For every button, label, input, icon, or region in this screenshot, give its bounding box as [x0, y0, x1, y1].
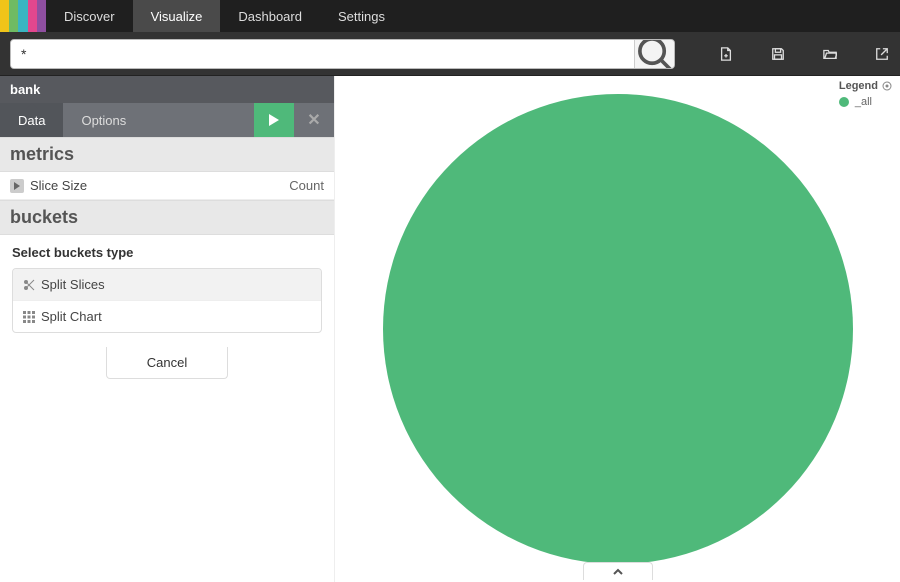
- nav-settings[interactable]: Settings: [320, 0, 403, 32]
- search-wrap: [10, 39, 675, 69]
- bucket-option-split-slices[interactable]: Split Slices: [13, 269, 321, 300]
- settings-icon[interactable]: [882, 81, 892, 91]
- top-actions: [711, 39, 900, 69]
- file-plus-icon: [719, 47, 733, 61]
- pie-slice-all[interactable]: [383, 94, 853, 564]
- buckets-section-label: buckets: [0, 200, 334, 235]
- index-title: bank: [0, 76, 334, 103]
- run-button[interactable]: [254, 103, 294, 137]
- main-area: bank Data Options ✕ metrics Slice Size C…: [0, 76, 900, 582]
- top-nav: Discover Visualize Dashboard Settings: [0, 0, 900, 32]
- open-button[interactable]: [815, 39, 845, 69]
- bucket-option-label: Split Chart: [41, 309, 102, 324]
- nav-dashboard[interactable]: Dashboard: [220, 0, 320, 32]
- close-editor-button[interactable]: ✕: [294, 103, 334, 137]
- nav-visualize[interactable]: Visualize: [133, 0, 221, 32]
- save-button[interactable]: [763, 39, 793, 69]
- search-input[interactable]: [11, 40, 634, 68]
- bucket-option-split-chart[interactable]: Split Chart: [13, 300, 321, 332]
- grid-icon: [23, 311, 35, 323]
- play-icon: [269, 114, 279, 126]
- expand-metric-icon: [10, 179, 24, 193]
- sidebar: bank Data Options ✕ metrics Slice Size C…: [0, 76, 335, 582]
- save-icon: [771, 47, 785, 61]
- action-bar: [0, 32, 900, 76]
- folder-open-icon: [823, 47, 837, 61]
- tab-options[interactable]: Options: [63, 103, 144, 137]
- metrics-section-label: metrics: [0, 137, 334, 172]
- app-logo[interactable]: [0, 0, 46, 32]
- chevron-up-icon: [613, 567, 623, 577]
- visualization-area: Legend _all: [335, 76, 900, 582]
- pie-chart: [378, 89, 858, 569]
- metric-name: Slice Size: [30, 178, 87, 193]
- new-viz-button[interactable]: [711, 39, 741, 69]
- search-button[interactable]: [634, 40, 674, 68]
- bucket-prompt: Select buckets type: [12, 245, 322, 260]
- bucket-body: Select buckets type Split Slices Split C…: [0, 235, 334, 379]
- close-icon: ✕: [307, 110, 320, 130]
- bucket-option-label: Split Slices: [41, 277, 105, 292]
- sidebar-tabs: Data Options ✕: [0, 103, 334, 137]
- search-icon: [635, 39, 674, 69]
- nav-discover[interactable]: Discover: [46, 0, 133, 32]
- cancel-button[interactable]: Cancel: [106, 347, 228, 379]
- external-link-icon: [875, 47, 889, 61]
- tab-data[interactable]: Data: [0, 103, 63, 137]
- scissors-icon: [23, 279, 35, 291]
- bucket-list: Split Slices Split Chart: [12, 268, 322, 333]
- metric-row[interactable]: Slice Size Count: [0, 172, 334, 200]
- metric-value: Count: [289, 178, 324, 193]
- expand-panel-button[interactable]: [583, 562, 653, 580]
- share-button[interactable]: [867, 39, 897, 69]
